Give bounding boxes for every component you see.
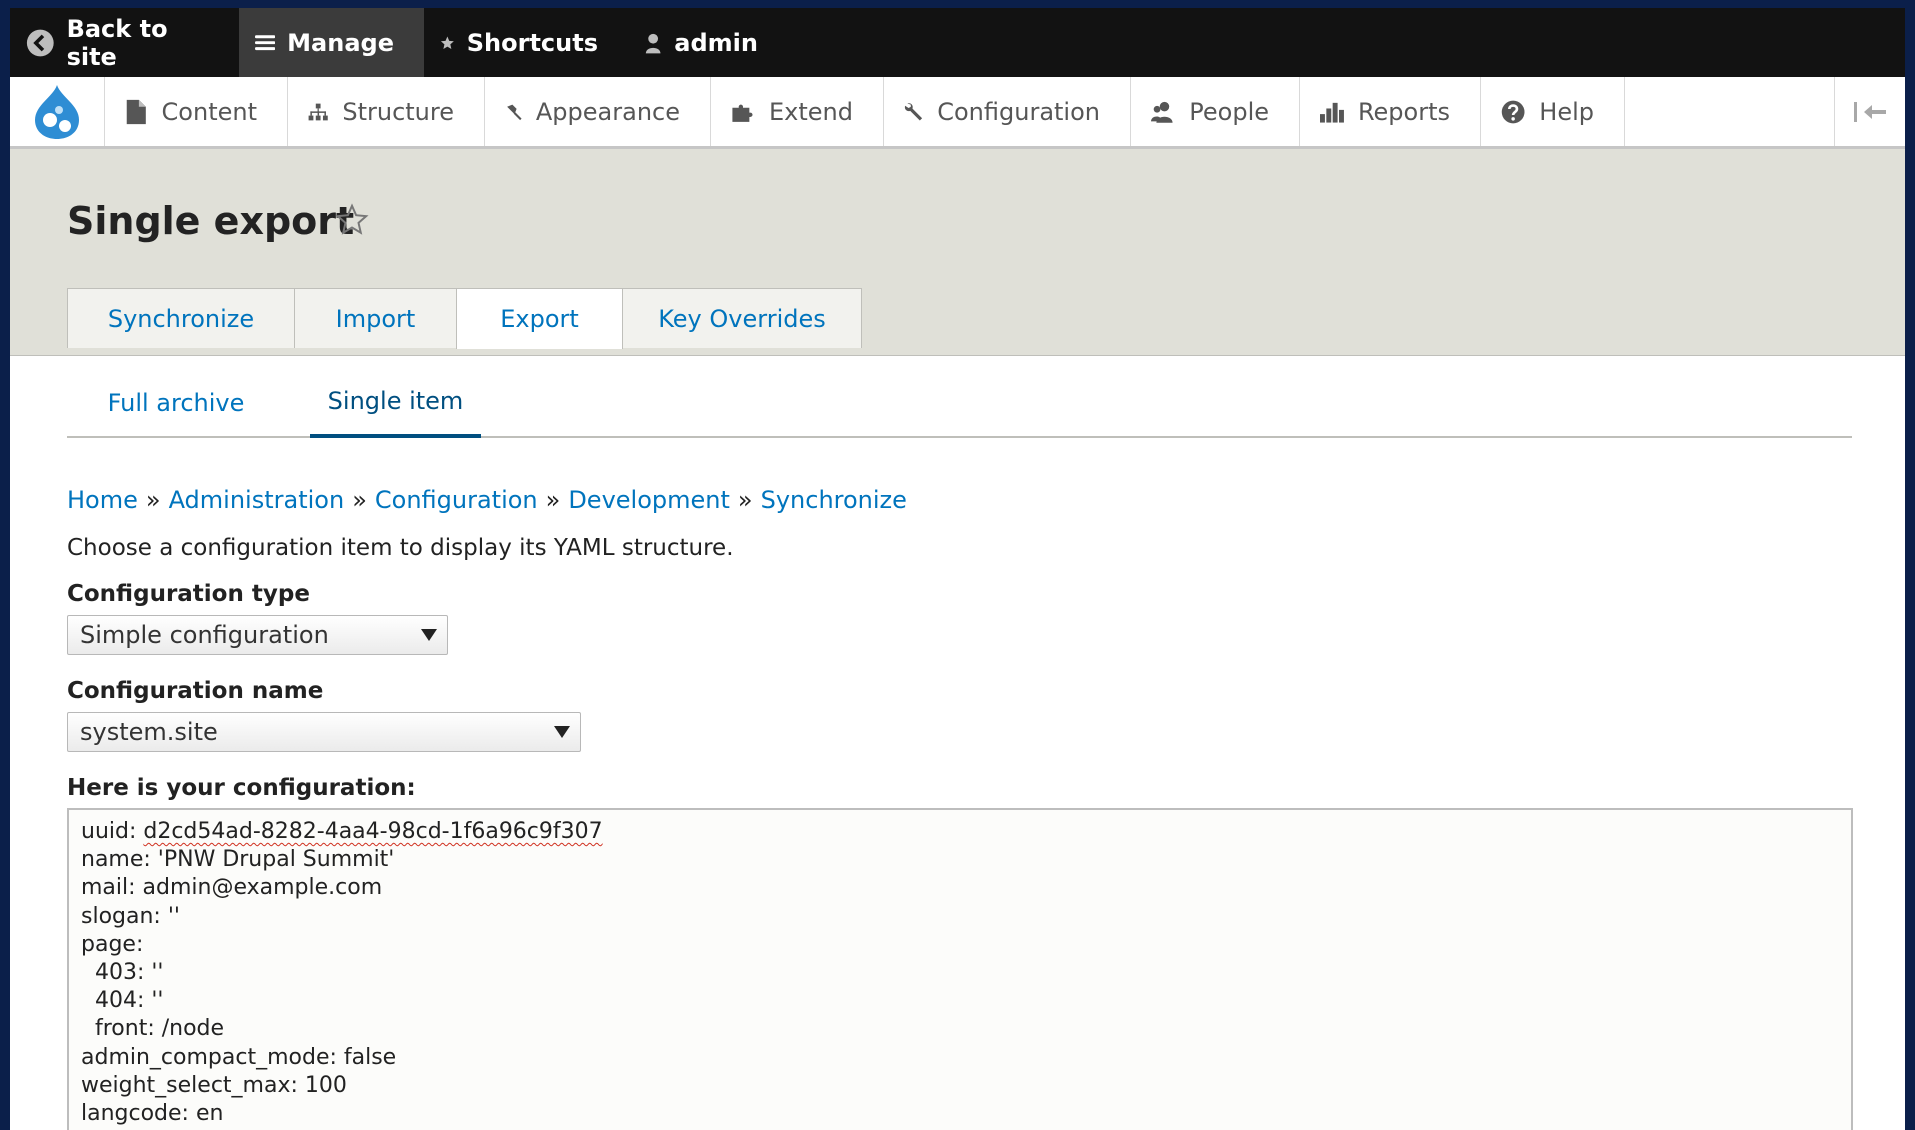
dropdown-arrow-icon [554, 726, 570, 738]
tray-item-reports[interactable]: Reports [1300, 77, 1481, 146]
tray-item-label: People [1189, 97, 1269, 126]
back-to-site-link[interactable]: Back to site [10, 8, 239, 77]
hamburger-icon [255, 34, 276, 50]
breadcrumb-separator: » [352, 486, 367, 514]
dropdown-arrow-icon [421, 629, 437, 641]
breadcrumb-home[interactable]: Home [67, 486, 138, 514]
star-icon [440, 36, 454, 49]
user-icon [645, 33, 661, 53]
tray-item-label: Structure [342, 97, 454, 126]
tray-item-appearance[interactable]: Appearance [485, 77, 711, 146]
people-icon [1151, 101, 1173, 123]
page-description: Choose a configuration item to display i… [67, 535, 734, 561]
tray-item-people[interactable]: People [1131, 77, 1300, 146]
admin-menu-tray: Content Structure Appearance Extend Conf… [10, 77, 1905, 149]
breadcrumb-administration[interactable]: Administration [169, 486, 345, 514]
config-line: langcode: en [81, 1101, 224, 1127]
tray-item-label: Extend [769, 97, 853, 126]
config-line: admin_compact_mode: false [81, 1044, 397, 1070]
page-header: Single export Synchronize Import Export … [10, 149, 1905, 356]
puzzle-icon [732, 104, 753, 122]
page-icon [126, 99, 146, 124]
breadcrumb-separator: » [145, 486, 161, 514]
breadcrumb-synchronize[interactable]: Synchronize [761, 486, 907, 514]
config-name-label: Configuration name [67, 678, 324, 704]
config-yaml-textarea[interactable]: uuid: d2cd54ad-8282-4aa4-98cd-1f6a96c9f3… [67, 808, 1853, 1130]
drupal-logo[interactable] [10, 77, 105, 146]
tray-item-label: Configuration [937, 97, 1100, 126]
config-line: 403: '' [81, 960, 164, 986]
secondary-tabs: Full archive Single item [67, 368, 1852, 438]
subtab-single-item[interactable]: Single item [310, 368, 481, 438]
tray-item-label: Reports [1357, 97, 1450, 126]
back-arrow-icon [26, 29, 54, 56]
uuid-value: d2cd54ad-8282-4aa4-98cd-1f6a96c9f307 [143, 819, 603, 844]
config-name-value: system.site [80, 718, 218, 746]
tray-item-label: Appearance [535, 97, 680, 126]
tray-item-label: Help [1539, 97, 1594, 126]
tray-item-configuration[interactable]: Configuration [884, 77, 1131, 146]
config-line: name: 'PNW Drupal Summit' [81, 847, 395, 873]
browser-frame: Back to site Manage Shortcuts admin Cont… [10, 8, 1905, 1130]
collapse-arrow-icon [1854, 101, 1886, 122]
drupal-drop-icon [35, 84, 79, 139]
admin-toolbar: Back to site Manage Shortcuts admin [10, 8, 1905, 77]
back-to-site-label: Back to site [66, 14, 168, 71]
breadcrumb-separator: » [737, 486, 753, 514]
help-icon [1501, 100, 1525, 123]
tray-item-help[interactable]: Help [1481, 77, 1625, 146]
config-line: front: /node [81, 1016, 225, 1042]
breadcrumb: Home» Administration» Configuration» Develo… [67, 486, 907, 514]
paintbrush-icon [507, 104, 522, 120]
user-label: admin [674, 28, 758, 57]
config-type-value: Simple configuration [80, 621, 329, 649]
breadcrumb-configuration[interactable]: Configuration [375, 486, 538, 514]
tab-export[interactable]: Export [456, 288, 623, 349]
tray-item-label: Content [161, 97, 257, 126]
bar-chart-icon [1320, 102, 1344, 123]
wrench-icon [904, 102, 923, 120]
breadcrumb-development[interactable]: Development [568, 486, 730, 514]
config-line: 404: '' [81, 988, 164, 1014]
collapse-tray-button[interactable] [1834, 77, 1905, 146]
tray-item-extend[interactable]: Extend [711, 77, 884, 146]
config-line: weight_select_max: 100 [81, 1072, 347, 1098]
tab-import[interactable]: Import [294, 288, 457, 348]
tray-item-content[interactable]: Content [105, 77, 288, 146]
shortcut-star-icon[interactable] [335, 203, 369, 237]
breadcrumb-separator: » [545, 486, 561, 514]
config-line: page: [81, 931, 144, 957]
config-type-label: Configuration type [67, 581, 310, 607]
config-type-select[interactable]: Simple configuration [67, 615, 448, 655]
config-output-label: Here is your configuration: [67, 775, 416, 801]
sitemap-icon [308, 103, 328, 120]
shortcuts-tab[interactable]: Shortcuts [424, 8, 628, 77]
config-name-select[interactable]: system.site [67, 712, 581, 752]
subtab-full-archive[interactable]: Full archive [67, 368, 285, 438]
tray-item-structure[interactable]: Structure [288, 77, 485, 146]
primary-tabs: Synchronize Import Export Key Overrides [67, 288, 862, 349]
manage-tab[interactable]: Manage [239, 8, 424, 77]
shortcuts-label: Shortcuts [466, 28, 598, 57]
manage-label: Manage [287, 28, 394, 57]
uuid-key: uuid: [81, 819, 144, 844]
page-title: Single export [67, 199, 355, 243]
tab-key-overrides[interactable]: Key Overrides [622, 288, 862, 348]
config-line-uuid: uuid: d2cd54ad-8282-4aa4-98cd-1f6a96c9f3… [81, 818, 1839, 846]
config-line: slogan: '' [81, 903, 180, 929]
tab-synchronize[interactable]: Synchronize [67, 288, 295, 348]
user-tab[interactable]: admin [628, 8, 788, 77]
config-line: mail: admin@example.com [81, 875, 383, 901]
